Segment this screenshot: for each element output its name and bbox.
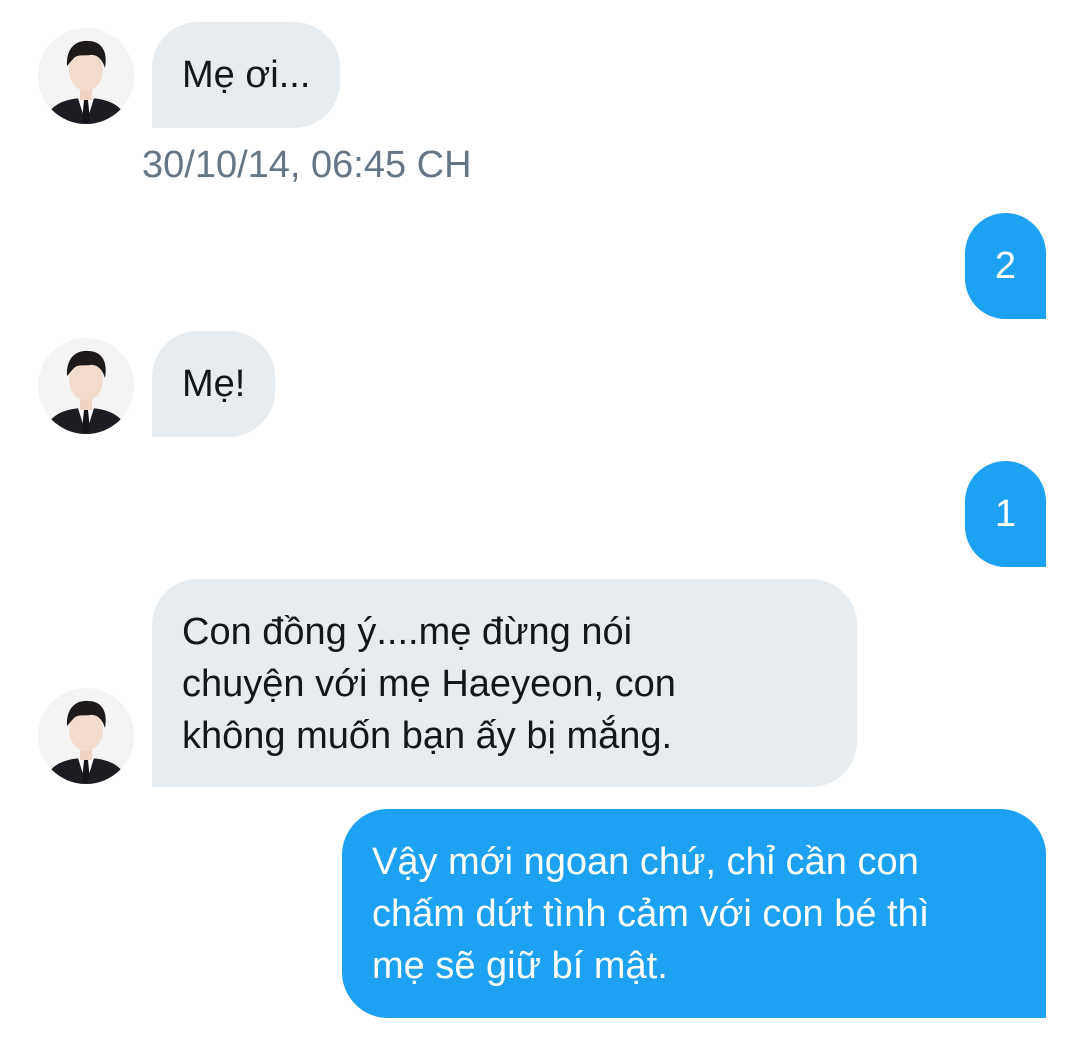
message-bubble-outgoing[interactable]: 2 (965, 213, 1046, 319)
message-bubble-outgoing[interactable]: Vậy mới ngoan chứ, chỉ cần con chấm dứt … (342, 809, 1046, 1018)
message-bubble-incoming[interactable]: Mẹ ơi... (152, 22, 341, 128)
message-timestamp: 30/10/14, 06:45 CH (142, 144, 472, 186)
avatar[interactable] (38, 688, 134, 784)
message-bubble-outgoing[interactable]: 1 (965, 461, 1046, 567)
message-bubble-incoming[interactable]: Mẹ! (152, 331, 276, 437)
avatar[interactable] (38, 338, 134, 434)
avatar-photo (38, 688, 134, 784)
avatar-photo (38, 338, 134, 434)
avatar[interactable] (38, 28, 134, 124)
message-bubble-incoming[interactable]: Con đồng ý....mẹ đừng nói chuyện với mẹ … (152, 579, 857, 787)
avatar-photo (38, 28, 134, 124)
